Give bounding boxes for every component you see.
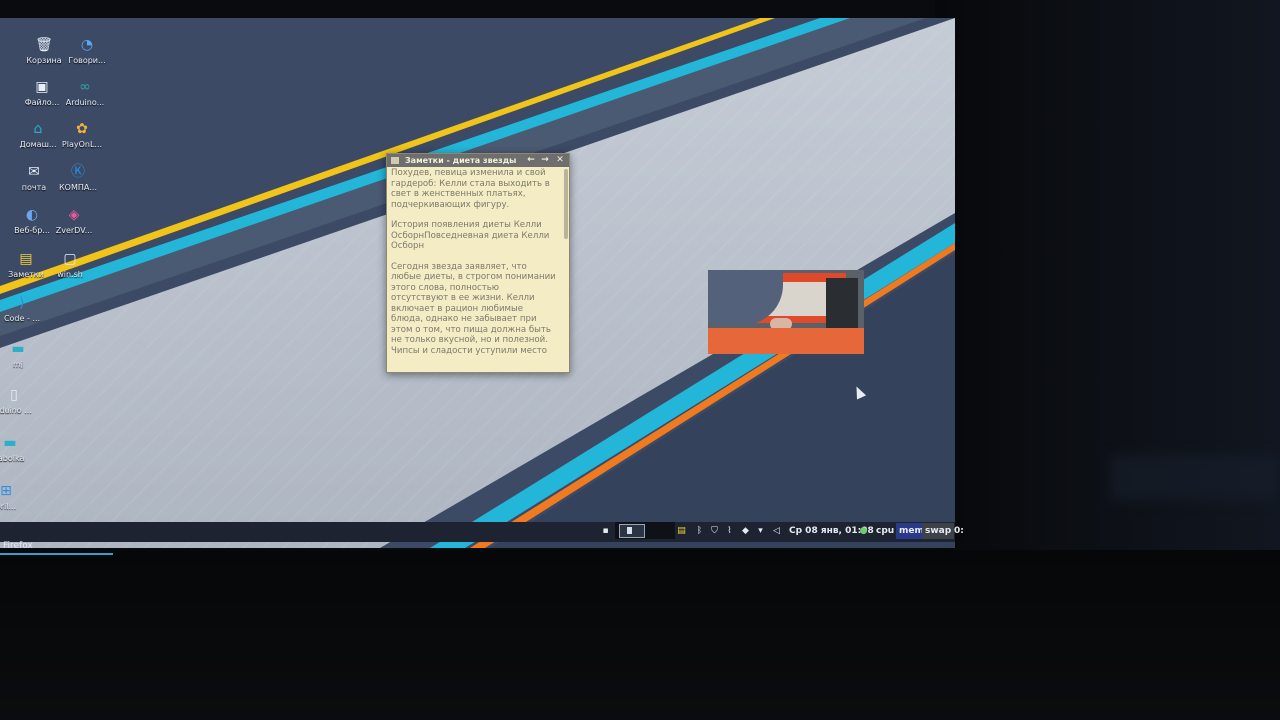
show-desktop-icon[interactable]: ▪ (600, 523, 611, 539)
room-light-reflection (1110, 455, 1280, 500)
kompas-icon: Ⓚ (71, 164, 85, 180)
notes-text-area[interactable]: Похудев, певица изменила и свой гардероб… (387, 167, 561, 372)
desktop-icon[interactable]: ▢ win.sh (40, 250, 100, 292)
desktop-icon[interactable]: ▬labolka (0, 434, 40, 476)
notes-paragraph: Сегодня звезда заявляет, что любые диеты… (391, 261, 556, 356)
taskbar-overflow-text: 0: (954, 526, 964, 536)
arrow-right-icon[interactable]: → (539, 154, 551, 167)
notes-window-title: Заметки - диета звезды (405, 156, 517, 165)
playonlinux-icon: ✿ (76, 121, 88, 137)
close-icon[interactable]: ✕ (554, 154, 566, 167)
desktop-icon[interactable]: ◔ Говори... (57, 36, 117, 78)
notes-icon: ▤ (19, 251, 33, 267)
wifi-icon[interactable]: ▾ (755, 523, 766, 539)
file-icon: ▯ (10, 387, 18, 403)
swap-monitor[interactable]: swap (922, 523, 955, 539)
script-file-icon: ▢ (63, 251, 77, 267)
folder-icon: ▬ (11, 341, 25, 357)
update-shield-icon[interactable]: ⛉ (709, 523, 720, 539)
arduino-icon: ∞ (79, 79, 91, 95)
notes-window-titlebar[interactable]: Заметки - диета звезды ← → ✕ (387, 154, 569, 167)
document-app-icon: ◈ (68, 207, 80, 223)
workspace-pager[interactable] (615, 522, 675, 539)
notes-app-icon (391, 157, 399, 164)
taskbar-item-firefox[interactable]: Firefox (0, 539, 113, 555)
notes-paragraph: История появления диеты Келли ОсборнПовс… (391, 220, 550, 251)
mail-icon: ✉ (28, 164, 40, 180)
status-green-icon[interactable]: ● (858, 523, 869, 539)
file-manager-icon: ▣ (35, 79, 49, 95)
desktop-icon[interactable]: ▯rduino ... (0, 386, 44, 428)
windows-icon: ⊞ (0, 483, 12, 499)
folder-icon: ▬ (3, 435, 17, 451)
workspace-1[interactable] (619, 524, 645, 538)
arrow-left-icon[interactable]: ← (525, 154, 537, 167)
desktop-icon[interactable]: ⊞oril... (0, 482, 36, 524)
desktop-icon[interactable]: ✿ PlayOnL... (52, 120, 112, 162)
desktop-icon[interactable]: ⟩ Code - ... (0, 294, 52, 336)
notes-window[interactable]: Заметки - диета звезды ← → ✕ Похудев, пе… (386, 153, 570, 373)
home-folder-icon: ⌂ (33, 121, 43, 137)
notes-tray-icon[interactable]: ▤ (676, 523, 687, 539)
trash-icon: 🗑 (35, 37, 53, 53)
notes-paragraph: Похудев, певица изменила и свой гардероб… (391, 168, 550, 210)
desktop-icon[interactable]: ∞ Arduino... (55, 78, 115, 120)
desktop-icon[interactable]: Ⓚ КОМПА... (48, 163, 108, 205)
speech-app-icon: ◔ (80, 37, 94, 53)
desktop-icon[interactable]: ◈ ZverDV... (44, 206, 104, 248)
video-orange-table (708, 328, 864, 354)
cpu-monitor[interactable]: cpu (873, 523, 897, 539)
clip-icon[interactable]: ⌇ (724, 523, 735, 539)
volume-icon[interactable]: ◁ (771, 523, 782, 539)
notes-scrollbar[interactable] (564, 169, 568, 239)
room-background-bottom (0, 550, 1280, 720)
video-preview-window[interactable] (708, 270, 864, 354)
web-browser-icon: ◐ (25, 207, 39, 223)
desktop-icon[interactable]: ▬ mj (0, 340, 48, 382)
bluetooth-icon[interactable]: ᛒ (694, 523, 705, 539)
network-icon[interactable]: ◆ (740, 523, 751, 539)
vscode-icon: ⟩ (19, 295, 25, 311)
